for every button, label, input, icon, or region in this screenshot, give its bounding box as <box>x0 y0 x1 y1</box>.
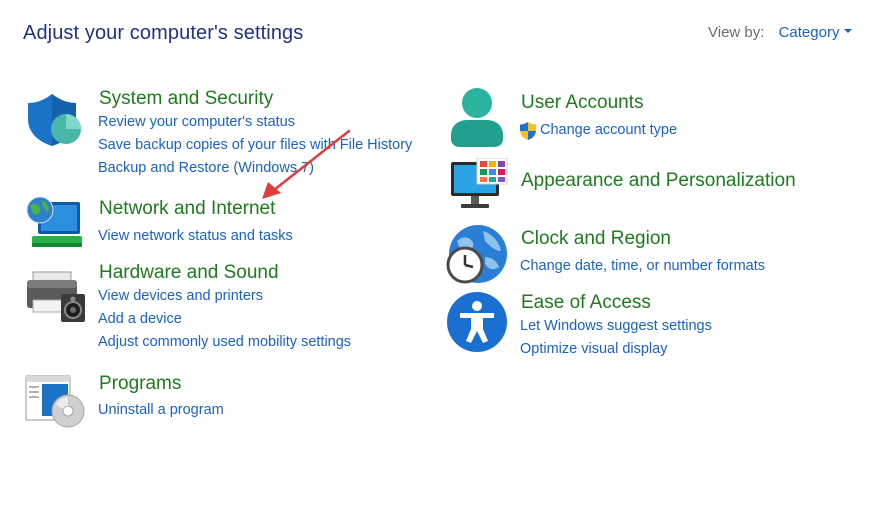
file-history-link[interactable]: Save backup copies of your files with Fi… <box>98 137 412 153</box>
mobility-settings-link[interactable]: Adjust commonly used mobility settings <box>98 334 351 350</box>
backup-restore-link[interactable]: Backup and Restore (Windows 7) <box>98 160 314 176</box>
view-by-value[interactable]: Category <box>779 24 840 41</box>
uac-shield-icon <box>520 122 536 140</box>
appearance-title[interactable]: Appearance and Personalization <box>521 170 796 192</box>
devices-printers-link[interactable]: View devices and printers <box>98 288 263 304</box>
programs-title[interactable]: Programs <box>99 373 181 395</box>
view-by-dropdown[interactable]: Category <box>779 24 853 41</box>
network-globe-icon[interactable] <box>24 194 84 252</box>
ease-access-title[interactable]: Ease of Access <box>521 292 651 314</box>
hardware-sound-title[interactable]: Hardware and Sound <box>99 262 279 284</box>
page-title: Adjust your computer's settings <box>23 22 304 44</box>
printer-speaker-icon[interactable] <box>25 270 87 324</box>
clock-region-title[interactable]: Clock and Region <box>521 228 671 250</box>
add-device-link[interactable]: Add a device <box>98 311 182 327</box>
system-security-title[interactable]: System and Security <box>99 88 273 110</box>
chevron-down-icon[interactable] <box>844 29 853 34</box>
view-by-label: View by: <box>708 24 765 41</box>
change-date-time-link[interactable]: Change date, time, or number formats <box>520 258 765 274</box>
review-status-link[interactable]: Review your computer's status <box>98 114 295 130</box>
network-status-link[interactable]: View network status and tasks <box>98 228 293 244</box>
uninstall-program-link[interactable]: Uninstall a program <box>98 402 224 418</box>
shield-icon[interactable] <box>26 92 82 148</box>
suggest-settings-link[interactable]: Let Windows suggest settings <box>520 318 712 334</box>
monitor-palette-icon[interactable] <box>449 158 509 212</box>
view-by: View by: Category <box>708 24 853 41</box>
change-account-type-link[interactable]: Change account type <box>540 122 677 138</box>
user-accounts-title[interactable]: User Accounts <box>521 92 644 114</box>
clock-globe-icon[interactable] <box>445 223 509 287</box>
optimize-display-link[interactable]: Optimize visual display <box>520 341 667 357</box>
network-internet-title[interactable]: Network and Internet <box>99 198 275 220</box>
accessibility-icon[interactable] <box>446 291 508 353</box>
user-icon[interactable] <box>449 87 507 149</box>
programs-disc-icon[interactable] <box>24 374 86 430</box>
